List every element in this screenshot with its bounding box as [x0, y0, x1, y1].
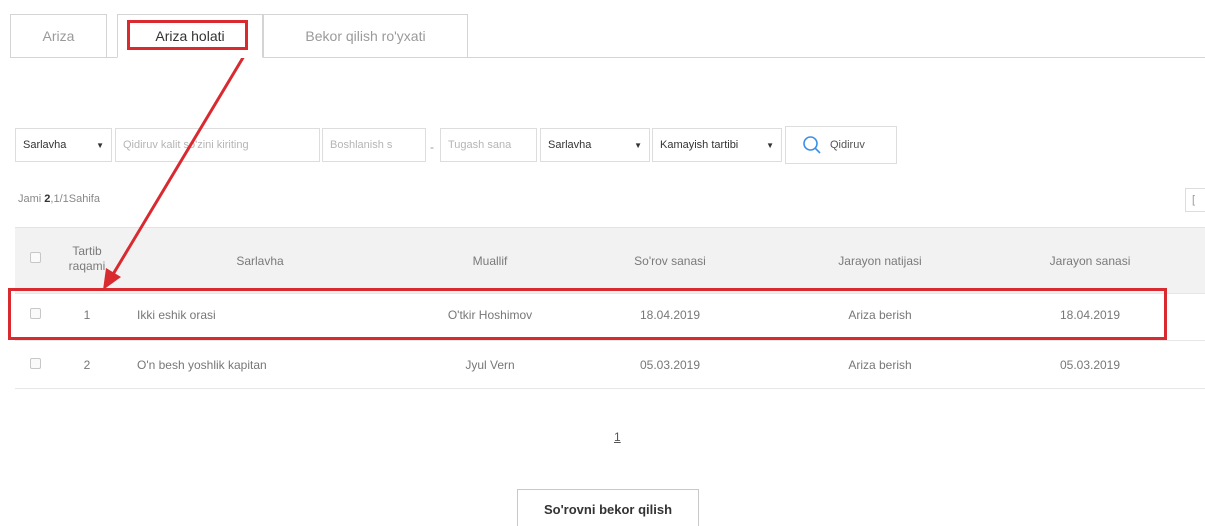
sort-order-value: Kamayish tartibi — [660, 139, 739, 151]
field-select-value: Sarlavha — [23, 139, 67, 151]
tab-ariza-holati[interactable]: Ariza holati — [117, 14, 263, 58]
row-2-checkbox[interactable] — [30, 358, 41, 369]
chevron-down-icon: ▼ — [634, 140, 642, 150]
cancel-request-button[interactable]: So'rovni bekor qilish — [517, 489, 699, 526]
field-select[interactable]: Sarlavha ▼ — [15, 128, 112, 162]
row-1-process-result: Ariza berish — [848, 308, 912, 322]
row-1-author: O'tkir Hoshimov — [447, 308, 533, 322]
summary-prefix: Jami — [18, 193, 45, 205]
row-1-checkbox[interactable] — [30, 308, 41, 319]
chevron-down-icon: ▼ — [96, 140, 104, 150]
search-button[interactable]: Qidiruv — [785, 126, 897, 164]
column-header-process-result: Jarayon natijasi — [838, 254, 922, 268]
sort-field-value: Sarlavha — [548, 139, 592, 151]
row-1-process-date: 18.04.2019 — [1059, 308, 1121, 322]
page-size-control[interactable]: [ — [1185, 188, 1205, 212]
row-2-number: 2 — [83, 358, 91, 372]
date-range-separator: - — [430, 140, 434, 154]
column-header-title: Sarlavha — [236, 254, 284, 268]
keyword-input[interactable]: Qidiruv kalit so'zini kiriting — [115, 128, 320, 162]
row-2-process-date: 05.03.2019 — [1059, 358, 1121, 372]
row-1-request-date: 18.04.2019 — [639, 308, 701, 322]
row-1-title[interactable]: Ikki eshik orasi — [137, 308, 216, 322]
column-header-author: Muallif — [472, 254, 508, 268]
sort-field-select[interactable]: Sarlavha ▼ — [540, 128, 650, 162]
search-button-label: Qidiruv — [830, 139, 865, 151]
row-divider — [15, 293, 1205, 294]
start-date-input[interactable]: Boshlanish s — [322, 128, 426, 162]
row-2-title[interactable]: O'n besh yoshlik kapitan — [137, 358, 267, 372]
row-divider — [15, 340, 1205, 341]
row-2-request-date: 05.03.2019 — [639, 358, 701, 372]
tab-ariza[interactable]: Ariza — [10, 14, 107, 58]
results-summary: Jami 2,1/1Sahifa — [18, 193, 100, 205]
tab-bekor-qilish-royxati[interactable]: Bekor qilish ro'yxati — [263, 14, 468, 58]
chevron-down-icon: ▼ — [766, 140, 774, 150]
page-link-1[interactable]: 1 — [614, 430, 621, 444]
row-2-process-result: Ariza berish — [848, 358, 912, 372]
search-icon — [803, 136, 821, 154]
row-1-number: 1 — [83, 308, 91, 322]
column-header-process-date: Jarayon sanasi — [1049, 254, 1131, 268]
end-date-input[interactable]: Tugash sana — [440, 128, 537, 162]
sort-order-select[interactable]: Kamayish tartibi ▼ — [652, 128, 782, 162]
column-header-request-date: So'rov sanasi — [634, 254, 706, 268]
row-divider — [15, 388, 1205, 389]
summary-pages: ,1/1Sahifa — [50, 193, 100, 205]
column-header-number: Tartib raqami — [68, 244, 106, 273]
row-2-author: Jyul Vern — [465, 358, 515, 372]
select-all-checkbox[interactable] — [30, 252, 41, 263]
